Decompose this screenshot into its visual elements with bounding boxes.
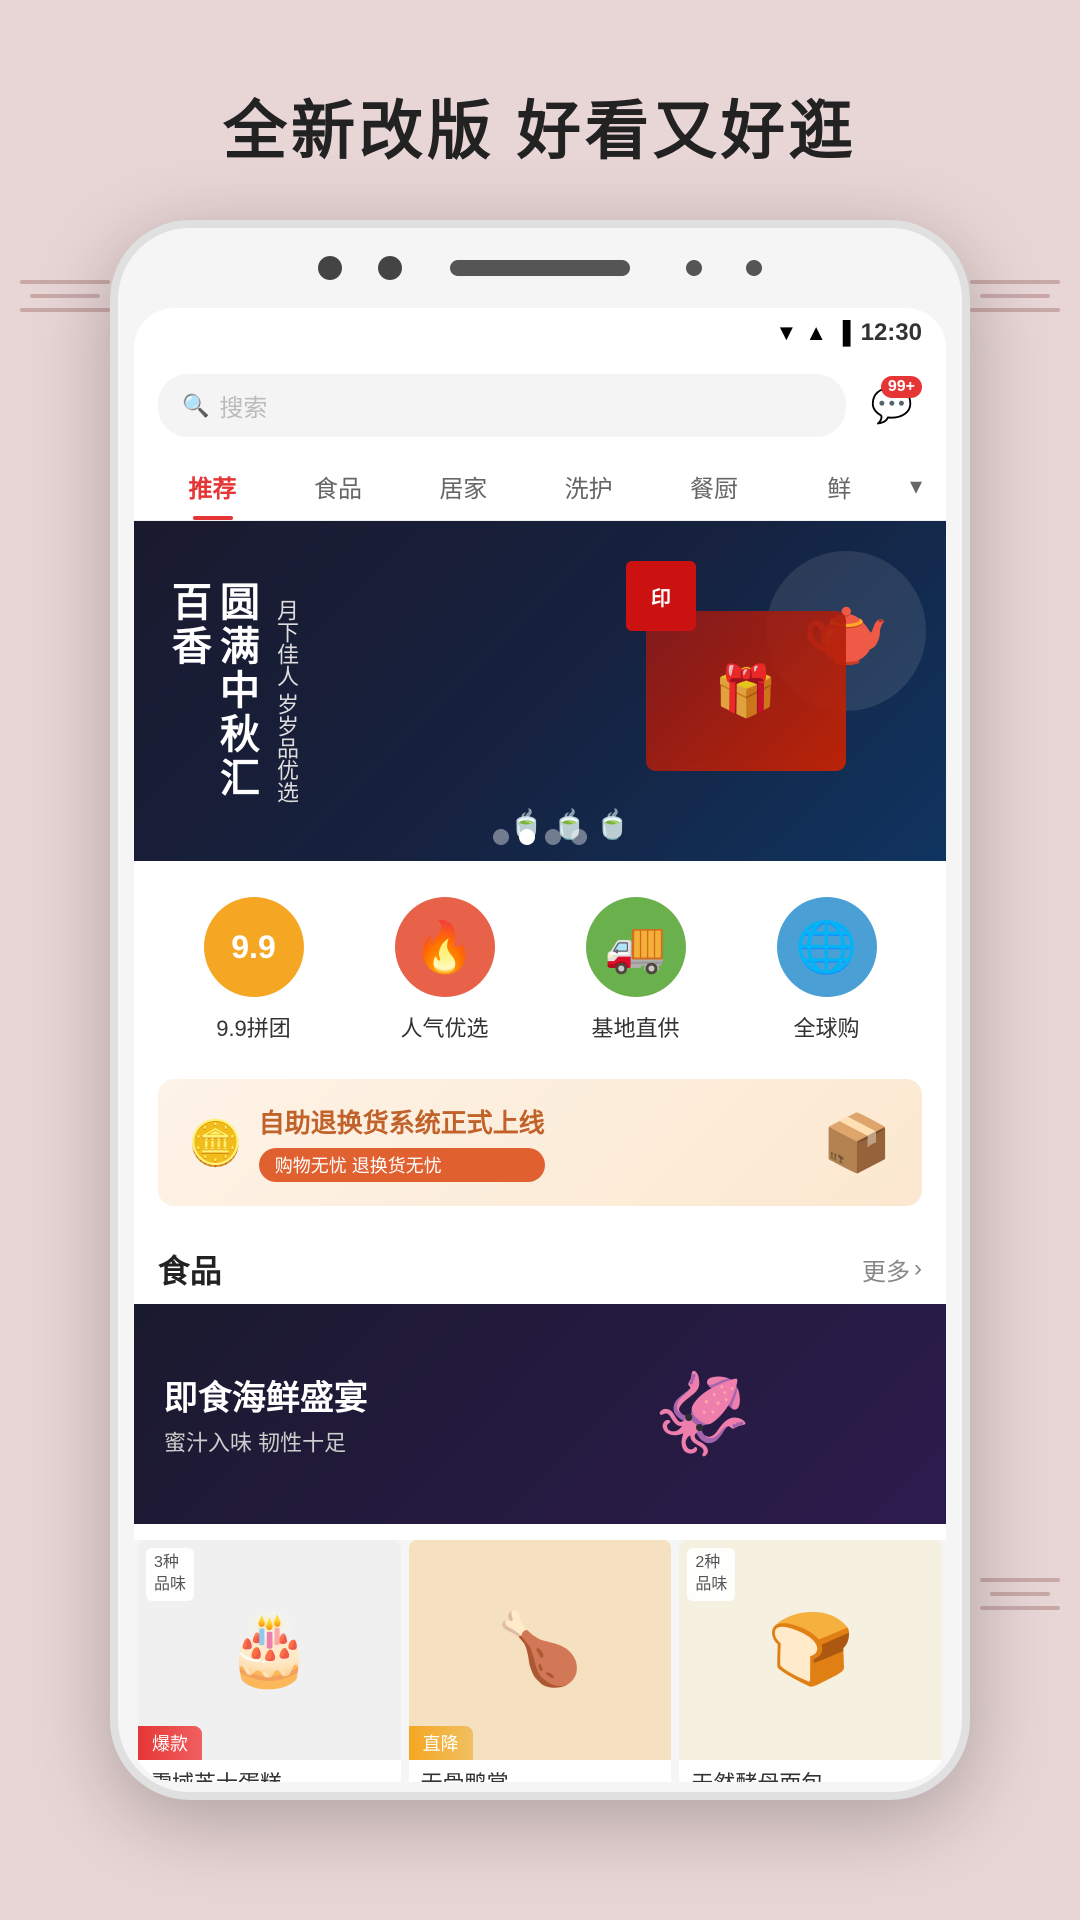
product-img-cake: 3种品味 🎂 爆款: [138, 1540, 401, 1760]
banner-left: 圆满中秋汇百香 月下佳人 岁岁品优选: [134, 521, 499, 861]
feature-icon-direct: 🚚: [586, 897, 686, 997]
wifi-icon: ▼: [775, 320, 797, 346]
feature-label-direct: 基地直供: [591, 1011, 679, 1043]
phone-dot-far-right: [746, 260, 762, 276]
product-tag-cake: 爆款: [138, 1726, 202, 1760]
food-banner-title: 即食海鲜盛宴: [164, 1371, 368, 1420]
feature-icon-popular: 🔥: [395, 897, 495, 997]
feature-label-popular: 人气优选: [400, 1011, 488, 1043]
truck-icon: 🚚: [604, 918, 666, 977]
food-banner[interactable]: 即食海鲜盛宴 蜜汁入味 韧性十足 🦑: [134, 1304, 946, 1524]
promo-text: 自助退换货系统正式上线 购物无忧 退换货无忧: [259, 1103, 545, 1182]
promo-left: 🪙 自助退换货系统正式上线 购物无忧 退换货无忧: [188, 1103, 545, 1182]
product-name-cake: 雪域芝士蛋糕: [138, 1760, 401, 1782]
fire-icon: 🔥: [413, 918, 475, 977]
tab-recommend[interactable]: 推荐: [150, 453, 275, 520]
banner-dot-2: [519, 829, 535, 845]
feature-icons: 9.9 9.9拼团 🔥 人气优选 🚚 基地直供 🌐 全球购: [134, 861, 946, 1079]
phone-screen: ▼ ▲ ▐ 12:30 🔍 搜索 💬 99+ 推荐 食品 居家 洗护 餐厨 鲜: [134, 308, 946, 1782]
package-icon: 📦: [822, 1110, 892, 1176]
phone-camera-left: [318, 256, 342, 280]
signal-icon: ▲: [805, 320, 827, 346]
product-card-duck[interactable]: 🍗 直降 无骨鸭掌: [409, 1540, 672, 1782]
banner-gift-box: 🎁: [646, 611, 846, 771]
cake-emoji: 🎂: [226, 1609, 313, 1691]
banner-dot-1: [493, 829, 509, 845]
deal-label: 9.9: [231, 929, 275, 966]
feature-icon-deal: 9.9: [204, 897, 304, 997]
tab-fresh[interactable]: 鲜: [777, 453, 902, 520]
duck-emoji: 🍗: [496, 1609, 583, 1691]
search-input[interactable]: 🔍 搜索: [158, 374, 846, 437]
feature-label-global: 全球购: [793, 1011, 859, 1043]
banner-subtitle2: 岁岁品优选: [270, 693, 302, 803]
banner-dot-3: [545, 829, 561, 845]
message-button[interactable]: 💬 99+: [862, 376, 922, 436]
search-icon: 🔍: [182, 393, 209, 419]
phone-top-bar: [118, 228, 962, 308]
feature-group-global[interactable]: 🌐 全球购: [731, 897, 922, 1043]
promo-title: 自助退换货系统正式上线: [259, 1103, 545, 1140]
feature-group-deal[interactable]: 9.9 9.9拼团: [158, 897, 349, 1043]
banner-seal: 印: [626, 561, 696, 631]
promo-subtitle: 购物无忧 退换货无忧: [259, 1148, 545, 1182]
product-img-bread: 2种品味 🍞: [679, 1540, 942, 1760]
feature-label-deal: 9.9拼团: [216, 1011, 291, 1043]
coins-icon: 🪙: [188, 1117, 243, 1169]
food-banner-content: 即食海鲜盛宴 蜜汁入味 韧性十足: [164, 1371, 368, 1458]
phone-camera-right: [378, 256, 402, 280]
food-section-header: 食品 更多 ›: [134, 1226, 946, 1304]
page-title: 全新改版 好看又好逛: [0, 80, 1080, 172]
banner-title: 圆满中秋汇百香: [164, 581, 260, 821]
deco-bottom-right: [980, 1578, 1060, 1620]
product-tag-duck: 直降: [409, 1726, 473, 1760]
food-banner-image: 🦑: [459, 1304, 946, 1524]
nav-more-button[interactable]: ▾: [902, 456, 930, 517]
phone-mockup: ▼ ▲ ▐ 12:30 🔍 搜索 💬 99+ 推荐 食品 居家 洗护 餐厨 鲜: [110, 220, 970, 1800]
status-icons: ▼ ▲ ▐: [775, 320, 850, 346]
chevron-down-icon: ▾: [910, 472, 922, 501]
product-grid: 3种品味 🎂 爆款 雪域芝士蛋糕 🍗 直降 无骨鸭掌 2种品味 🍞: [134, 1540, 946, 1782]
banner-subtitle1: 月下佳人: [270, 599, 302, 687]
phone-dot-right: [686, 260, 702, 276]
tab-care[interactable]: 洗护: [526, 453, 651, 520]
battery-icon: ▐: [835, 320, 851, 346]
deco-right: [970, 280, 1060, 322]
feature-group-popular[interactable]: 🔥 人气优选: [349, 897, 540, 1043]
feature-icon-global: 🌐: [777, 897, 877, 997]
product-img-duck: 🍗 直降: [409, 1540, 672, 1760]
tab-kitchen[interactable]: 餐厨: [651, 453, 776, 520]
food-section-title: 食品: [158, 1246, 222, 1292]
search-bar: 🔍 搜索 💬 99+: [134, 358, 946, 453]
banner-dots: [493, 829, 587, 845]
product-card-bread[interactable]: 2种品味 🍞 天然酵母面包: [679, 1540, 942, 1782]
search-placeholder-text: 搜索: [219, 388, 267, 423]
more-label: 更多: [862, 1252, 910, 1287]
feature-group-direct[interactable]: 🚚 基地直供: [540, 897, 731, 1043]
chevron-right-icon: ›: [914, 1255, 922, 1283]
message-badge: 99+: [881, 376, 922, 398]
product-card-cake[interactable]: 3种品味 🎂 爆款 雪域芝士蛋糕: [138, 1540, 401, 1782]
promo-banner[interactable]: 🪙 自助退换货系统正式上线 购物无忧 退换货无忧 📦: [158, 1079, 922, 1206]
food-banner-sub: 蜜汁入味 韧性十足: [164, 1426, 368, 1458]
tab-home[interactable]: 居家: [401, 453, 526, 520]
status-bar: ▼ ▲ ▐ 12:30: [134, 308, 946, 358]
banner-content: 圆满中秋汇百香 月下佳人 岁岁品优选 🫖 🎁 🍵 🍵 🍵: [134, 521, 946, 861]
food-section-more[interactable]: 更多 ›: [862, 1252, 922, 1287]
banner-right: 🫖 🎁 🍵 🍵 🍵 印: [499, 521, 946, 861]
banner-dot-4: [571, 829, 587, 845]
phone-speaker: [450, 260, 630, 276]
bread-emoji: 🍞: [767, 1609, 854, 1691]
main-banner[interactable]: 圆满中秋汇百香 月下佳人 岁岁品优选 🫖 🎁 🍵 🍵 🍵: [134, 521, 946, 861]
time-display: 12:30: [861, 319, 922, 347]
product-variants-cake: 3种品味: [146, 1548, 194, 1601]
product-name-duck: 无骨鸭掌: [409, 1760, 672, 1782]
product-name-bread: 天然酵母面包: [679, 1760, 942, 1782]
product-variants-bread: 2种品味: [687, 1548, 735, 1601]
globe-icon: 🌐: [795, 918, 857, 977]
deco-left: [20, 280, 110, 322]
tab-food[interactable]: 食品: [275, 453, 400, 520]
nav-tabs: 推荐 食品 居家 洗护 餐厨 鲜 ▾: [134, 453, 946, 521]
